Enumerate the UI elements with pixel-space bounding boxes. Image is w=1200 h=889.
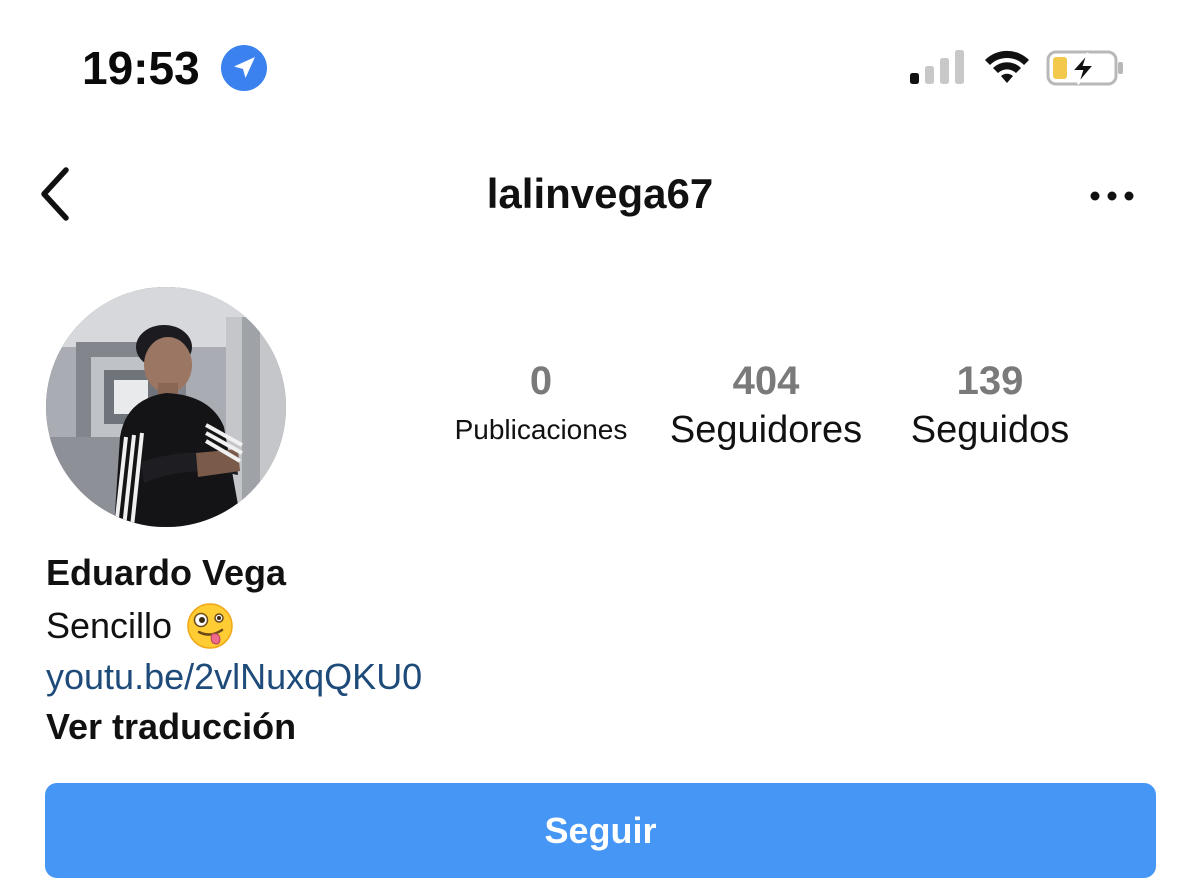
avatar-photo [46, 287, 286, 527]
following-count: 139 [956, 359, 1024, 403]
zany-face-emoji [187, 603, 233, 649]
follow-button[interactable]: Seguir [45, 783, 1156, 878]
profile-full-name: Eduardo Vega [46, 552, 287, 593]
battery-charging-icon [1046, 50, 1123, 86]
posts-label: Publicaciones [454, 414, 628, 445]
followers-count: 404 [732, 359, 800, 403]
more-horizontal-icon[interactable] [1088, 186, 1136, 206]
stat-following[interactable]: 139 Seguidos [890, 356, 1090, 454]
posts-count: 0 [529, 359, 553, 403]
profile-avatar[interactable] [46, 287, 286, 527]
bio-link[interactable]: youtu.be/2vlNuxqQKU0 [46, 654, 422, 700]
bio-text-label: Sencillo [46, 605, 173, 646]
see-translation-link[interactable]: Ver traducción [46, 704, 296, 750]
bio-text: Sencillo [46, 602, 234, 650]
stat-posts: 0 Publicaciones [440, 356, 642, 454]
status-time: 19:53 [82, 42, 200, 94]
location-arrow-icon [221, 45, 267, 91]
cellular-signal-icon [910, 50, 964, 84]
following-label: Seguidos [910, 409, 1070, 451]
stat-followers[interactable]: 404 Seguidores [660, 356, 872, 454]
wifi-icon [985, 50, 1029, 83]
profile-username: lalinvega67 [486, 170, 714, 217]
followers-label: Seguidores [669, 409, 863, 451]
profile-screen: 19:53 lalinvega67 0 Publicaciones 404 Se… [0, 0, 1200, 889]
